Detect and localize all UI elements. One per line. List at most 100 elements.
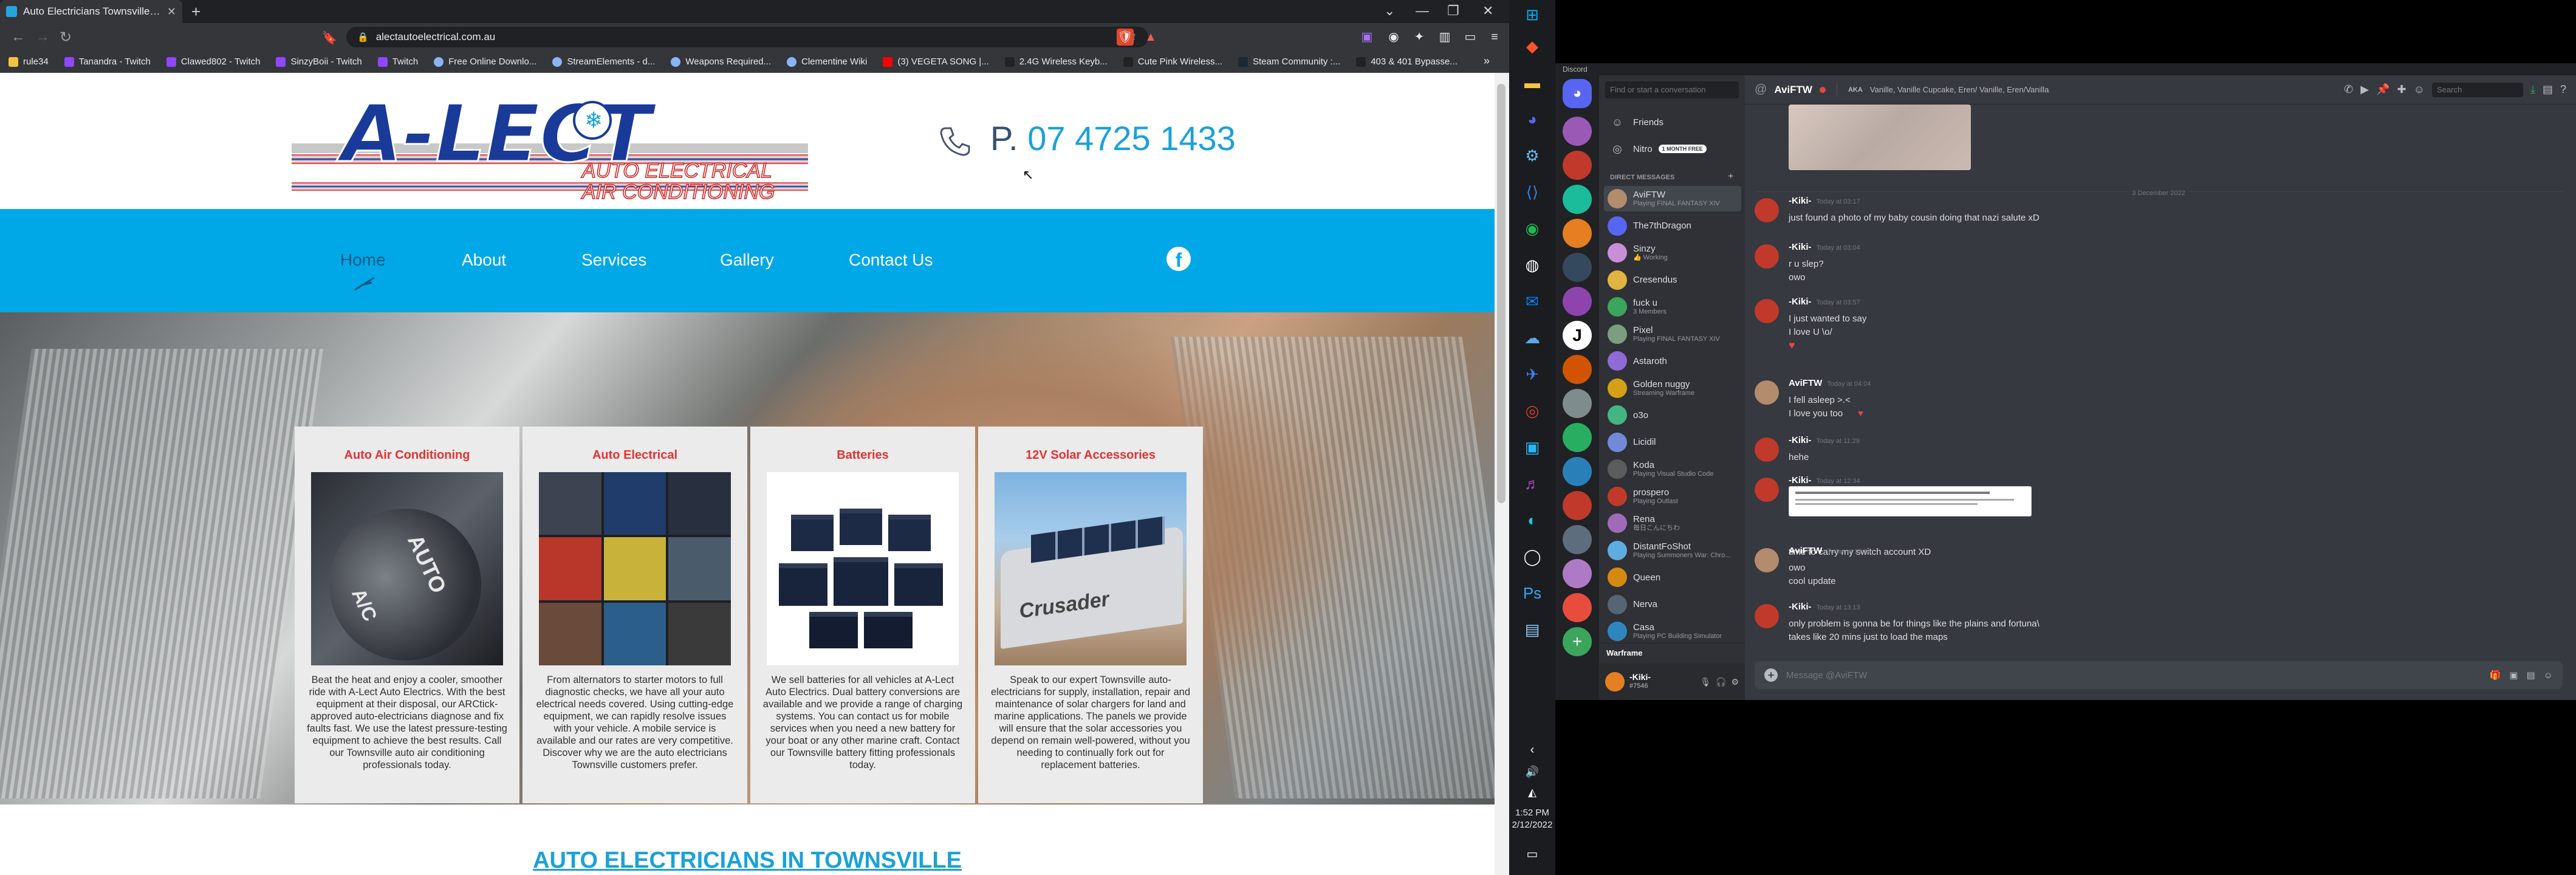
bookmark-item[interactable]: 403 & 401 Bypasse... <box>1356 57 1458 67</box>
tray-chevron-icon[interactable]: ‹ <box>1517 738 1547 762</box>
message-author[interactable]: -Kiki- Today at 03:17 <box>1789 196 1860 206</box>
pinned-icon[interactable]: 📌 <box>2376 83 2389 96</box>
spotify-taskbar-icon[interactable]: ◉ <box>1517 216 1547 241</box>
app-taskbar-icon[interactable]: ♬ <box>1517 472 1547 496</box>
settings-gear-icon[interactable]: ⚙ <box>1731 677 1739 687</box>
page-scrollbar-thumb[interactable] <box>1497 84 1506 503</box>
server-icon[interactable] <box>1563 151 1592 180</box>
dm-item[interactable]: Koda Playing Visual Studio Code <box>1604 456 1741 482</box>
wallet-icon[interactable]: ▭ <box>1462 29 1479 46</box>
photoshop-taskbar-icon[interactable]: Ps <box>1517 581 1547 605</box>
brave-rewards-icon[interactable]: ▲ <box>1142 29 1159 46</box>
dm-item[interactable]: AviFTW Playing FINAL FANTASY XIV <box>1604 186 1741 211</box>
seo-heading-link[interactable]: AUTO ELECTRICIANS IN TOWNSVILLE <box>0 848 1495 874</box>
dm-search-input[interactable]: Find or start a conversation <box>1605 81 1739 98</box>
attach-plus-icon[interactable]: + <box>1764 668 1778 682</box>
minimize-icon[interactable]: — <box>1416 3 1429 19</box>
extension-icon[interactable]: ◉ <box>1385 29 1402 46</box>
brave-shields-icon[interactable]: 🛡 <box>1117 29 1134 46</box>
message-author[interactable]: -Kiki- Today at 11:29 <box>1789 435 1860 445</box>
vscode-taskbar-icon[interactable]: ⟨⟩ <box>1517 180 1547 204</box>
sidebar-icon[interactable]: ▥ <box>1436 29 1453 46</box>
obs-taskbar-icon[interactable]: ◍ <box>1517 253 1547 277</box>
friends-link[interactable]: ☺ Friends <box>1604 109 1741 135</box>
twitch-extension-icon[interactable]: ▣ <box>1358 29 1375 46</box>
server-icon[interactable] <box>1563 389 1592 418</box>
nav-services[interactable]: Services <box>581 250 646 270</box>
menu-icon[interactable]: ≡ <box>1486 29 1503 46</box>
deafen-icon[interactable]: 🎧 <box>1716 677 1726 687</box>
alect-logo[interactable]: A-LECT ❄ AUTO ELECTRICAL AIR CONDITIONIN… <box>292 91 808 201</box>
dm-item[interactable]: DistantFoShot Playing Summoners War: Chro… <box>1604 538 1741 563</box>
server-icon[interactable] <box>1563 593 1592 622</box>
server-icon[interactable] <box>1563 525 1592 554</box>
dm-item[interactable]: o3o <box>1604 402 1741 428</box>
service-card-batteries[interactable]: Batteries We sell batteries for all vehi… <box>750 427 975 803</box>
more-bookmarks-icon[interactable]: » <box>1484 55 1490 67</box>
message-input-placeholder[interactable]: Message @AviFTW <box>1786 670 2481 681</box>
server-icon[interactable] <box>1563 355 1592 384</box>
close-tab-icon[interactable]: ✕ <box>167 5 176 18</box>
avatar[interactable] <box>1755 548 1779 572</box>
dm-item[interactable]: fuck u3 Members <box>1604 294 1741 320</box>
avatar[interactable] <box>1755 604 1779 628</box>
facebook-icon[interactable]: f <box>1166 247 1191 271</box>
add-server-icon[interactable]: + <box>1563 627 1592 656</box>
cloud-taskbar-icon[interactable]: ☁ <box>1517 326 1547 350</box>
dm-item[interactable]: The7thDragon <box>1604 213 1741 239</box>
bookmark-item[interactable]: Twitch <box>377 57 418 67</box>
nav-contact-us[interactable]: Contact Us <box>849 250 933 270</box>
tab-search-icon[interactable]: ⌄ <box>1384 3 1395 19</box>
close-window-icon[interactable]: ✕ <box>1482 3 1493 19</box>
bookmark-page-icon[interactable]: 🔖 <box>322 30 337 46</box>
bookmark-item[interactable]: rule34 <box>9 57 49 67</box>
voice-status-bar[interactable]: Warframe <box>1599 643 1745 664</box>
message-author[interactable]: -Kiki- Today at 12:34 <box>1789 475 1860 486</box>
gift-icon[interactable]: 🎁 <box>2490 670 2501 681</box>
nav-gallery[interactable]: Gallery <box>720 250 774 270</box>
message-composer[interactable]: + Message @AviFTW 🎁 ▣ ▤ ☺ <box>1755 661 2563 689</box>
avatar[interactable] <box>1755 380 1779 405</box>
nitro-link[interactable]: ◎ Nitro 1 MONTH FREE <box>1604 136 1741 162</box>
dm-item[interactable]: Golden nuggy Streaming Warframe <box>1604 376 1741 401</box>
bookmark-item[interactable]: Clawed802 - Twitch <box>166 57 260 67</box>
dm-item[interactable]: Astaroth <box>1604 348 1741 374</box>
server-icon[interactable]: J <box>1563 321 1592 350</box>
nav-about[interactable]: About <box>462 250 506 270</box>
gif-icon[interactable]: ▣ <box>2509 670 2518 681</box>
dm-item[interactable]: Sinzy 👍 Working <box>1604 240 1741 266</box>
service-card-electrical[interactable]: Auto Electrical From alternators to star… <box>522 427 747 803</box>
new-tab-icon[interactable]: + <box>191 2 200 21</box>
bookmark-item[interactable]: Cute Pink Wireless... <box>1123 57 1222 67</box>
bookmark-item[interactable]: 2.4G Wireless Keyb... <box>1004 57 1108 67</box>
bookmark-item[interactable]: SinzyBoii - Twitch <box>276 57 362 67</box>
message-author[interactable]: AviFTW Today at 04:04 <box>1789 378 1871 388</box>
user-profile-icon[interactable]: ☺ <box>2414 83 2425 96</box>
call-icon[interactable]: ✆ <box>2344 83 2353 96</box>
taskbar-clock[interactable]: 1:52 PM 2/12/2022 <box>1509 807 1555 831</box>
server-icon[interactable] <box>1563 559 1592 588</box>
phone-number[interactable]: P. 07 4725 1433 <box>990 118 1236 158</box>
video-call-icon[interactable]: ▶ <box>2360 83 2369 96</box>
avatar[interactable] <box>1755 437 1779 462</box>
message-author[interactable]: -Kiki- Today at 03:57 <box>1789 297 1860 307</box>
bookmark-item[interactable]: Weapons Required... <box>671 57 771 67</box>
add-friends-icon[interactable]: ✚ <box>2397 83 2406 96</box>
brave-browser-icon[interactable]: ◆ <box>1517 34 1547 58</box>
discord-taskbar-icon[interactable]: ◕ <box>1517 107 1547 131</box>
server-icon[interactable] <box>1563 423 1592 452</box>
bookmark-item[interactable]: Free Online Downlo... <box>434 57 536 67</box>
server-icon[interactable] <box>1563 117 1592 146</box>
dm-item[interactable]: Nerva <box>1604 592 1741 617</box>
address-bar[interactable]: 🔒 alectautoelectrical.com.au ⇪ <box>346 27 1148 47</box>
file-explorer-icon[interactable]: ▬ <box>1517 70 1547 95</box>
download-icon[interactable]: ⤓ <box>2530 83 2535 96</box>
dm-item[interactable]: Cresendus <box>1604 267 1741 293</box>
avatar[interactable] <box>1755 478 1779 502</box>
service-card-solar[interactable]: 12V Solar Accessories Crusader Speak to … <box>978 427 1203 803</box>
app-taskbar-icon[interactable]: ◎ <box>1517 399 1547 423</box>
notifications-icon[interactable]: ▭ <box>1517 842 1547 866</box>
network-icon[interactable]: ◭ <box>1517 780 1547 805</box>
message-author[interactable]: -Kiki- Today at 13:13 <box>1789 602 1860 612</box>
inbox-icon[interactable]: ▤ <box>2543 83 2553 96</box>
